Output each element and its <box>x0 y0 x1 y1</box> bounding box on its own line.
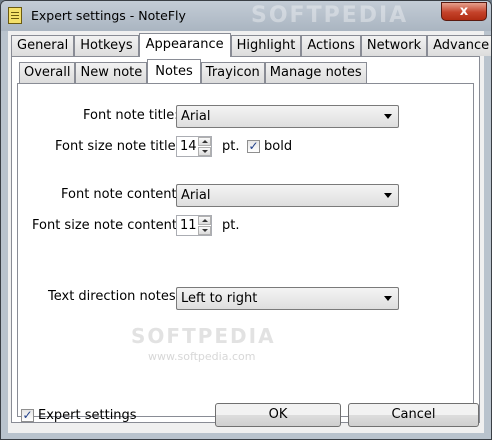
pt-unit-label: pt. <box>222 139 240 154</box>
tab-network[interactable]: Network <box>360 35 428 56</box>
expert-settings-label: Expert settings <box>38 408 137 423</box>
subtab-trayicon[interactable]: Trayicon <box>200 62 265 83</box>
chevron-down-icon <box>384 296 392 301</box>
tab-hotkeys[interactable]: Hotkeys <box>74 35 139 56</box>
spin-up-icon[interactable] <box>198 216 211 225</box>
checkmark-icon: ✓ <box>248 139 259 153</box>
font-note-title-dropdown[interactable]: Arial <box>176 105 399 128</box>
watermark-url: www.softpedia.com <box>148 350 256 363</box>
font-note-content-label: Font note content: <box>61 187 182 202</box>
spin-up-icon[interactable] <box>198 137 211 146</box>
tab-appearance[interactable]: Appearance <box>138 33 231 57</box>
font-note-content-dropdown[interactable]: Arial <box>176 184 399 207</box>
main-tab-strip: General Hotkeys Appearance Highlight Act… <box>11 33 491 57</box>
font-note-content-value: Arial <box>181 188 211 203</box>
subtab-overall[interactable]: Overall <box>19 62 76 83</box>
bold-checkbox[interactable]: ✓ <box>247 139 260 153</box>
sub-tab-strip: Overall New note Notes Trayicon Manage n… <box>19 59 367 83</box>
checkmark-icon: ✓ <box>22 408 33 422</box>
spin-down-icon[interactable] <box>198 147 211 156</box>
appearance-panel: Overall New note Notes Trayicon Manage n… <box>11 56 480 423</box>
notes-settings-panel: Font note title: Arial Font size note ti… <box>17 83 474 417</box>
ok-button[interactable]: OK <box>215 403 341 427</box>
title-bar[interactable]: Expert settings - NoteFly SOFTPEDIA x <box>1 1 491 31</box>
text-direction-value: Left to right <box>181 291 258 306</box>
watermark: SOFTPEDIA <box>131 324 276 348</box>
notefly-app-icon <box>8 7 22 24</box>
tab-general[interactable]: General <box>11 35 75 56</box>
chevron-down-icon <box>384 114 392 119</box>
subtab-new-note[interactable]: New note <box>75 62 148 83</box>
cancel-button[interactable]: Cancel <box>348 403 479 427</box>
dialog-client-area: General Hotkeys Appearance Highlight Act… <box>8 31 491 433</box>
chevron-down-icon <box>384 193 392 198</box>
text-direction-dropdown[interactable]: Left to right <box>176 287 399 310</box>
expert-settings-checkbox[interactable]: ✓ <box>21 408 34 422</box>
font-size-note-title-stepper[interactable]: 14 <box>176 136 212 157</box>
font-size-note-content-value: 11 <box>180 218 197 233</box>
spin-down-icon[interactable] <box>198 226 211 235</box>
subtab-notes[interactable]: Notes <box>147 59 201 83</box>
settings-window: Expert settings - NoteFly SOFTPEDIA x Ge… <box>0 0 492 440</box>
subtab-manage-notes[interactable]: Manage notes <box>264 62 367 83</box>
font-size-note-content-stepper[interactable]: 11 <box>176 215 212 236</box>
font-size-note-content-label: Font size note content: <box>32 218 182 233</box>
font-size-note-title-value: 14 <box>180 139 197 154</box>
tab-advance[interactable]: Advance <box>427 35 491 56</box>
font-size-note-title-label: Font size note title: <box>55 139 180 154</box>
font-note-title-label: Font note title: <box>83 108 179 123</box>
font-note-title-value: Arial <box>181 109 211 124</box>
text-direction-label: Text direction notes: <box>48 289 180 304</box>
watermark: SOFTPEDIA <box>251 3 409 28</box>
tab-highlight[interactable]: Highlight <box>230 35 302 56</box>
pt-unit-label: pt. <box>222 218 240 233</box>
window-title: Expert settings - NoteFly <box>31 8 186 23</box>
close-button[interactable]: x <box>441 2 487 21</box>
bold-label: bold <box>264 139 293 154</box>
tab-actions[interactable]: Actions <box>301 35 361 56</box>
